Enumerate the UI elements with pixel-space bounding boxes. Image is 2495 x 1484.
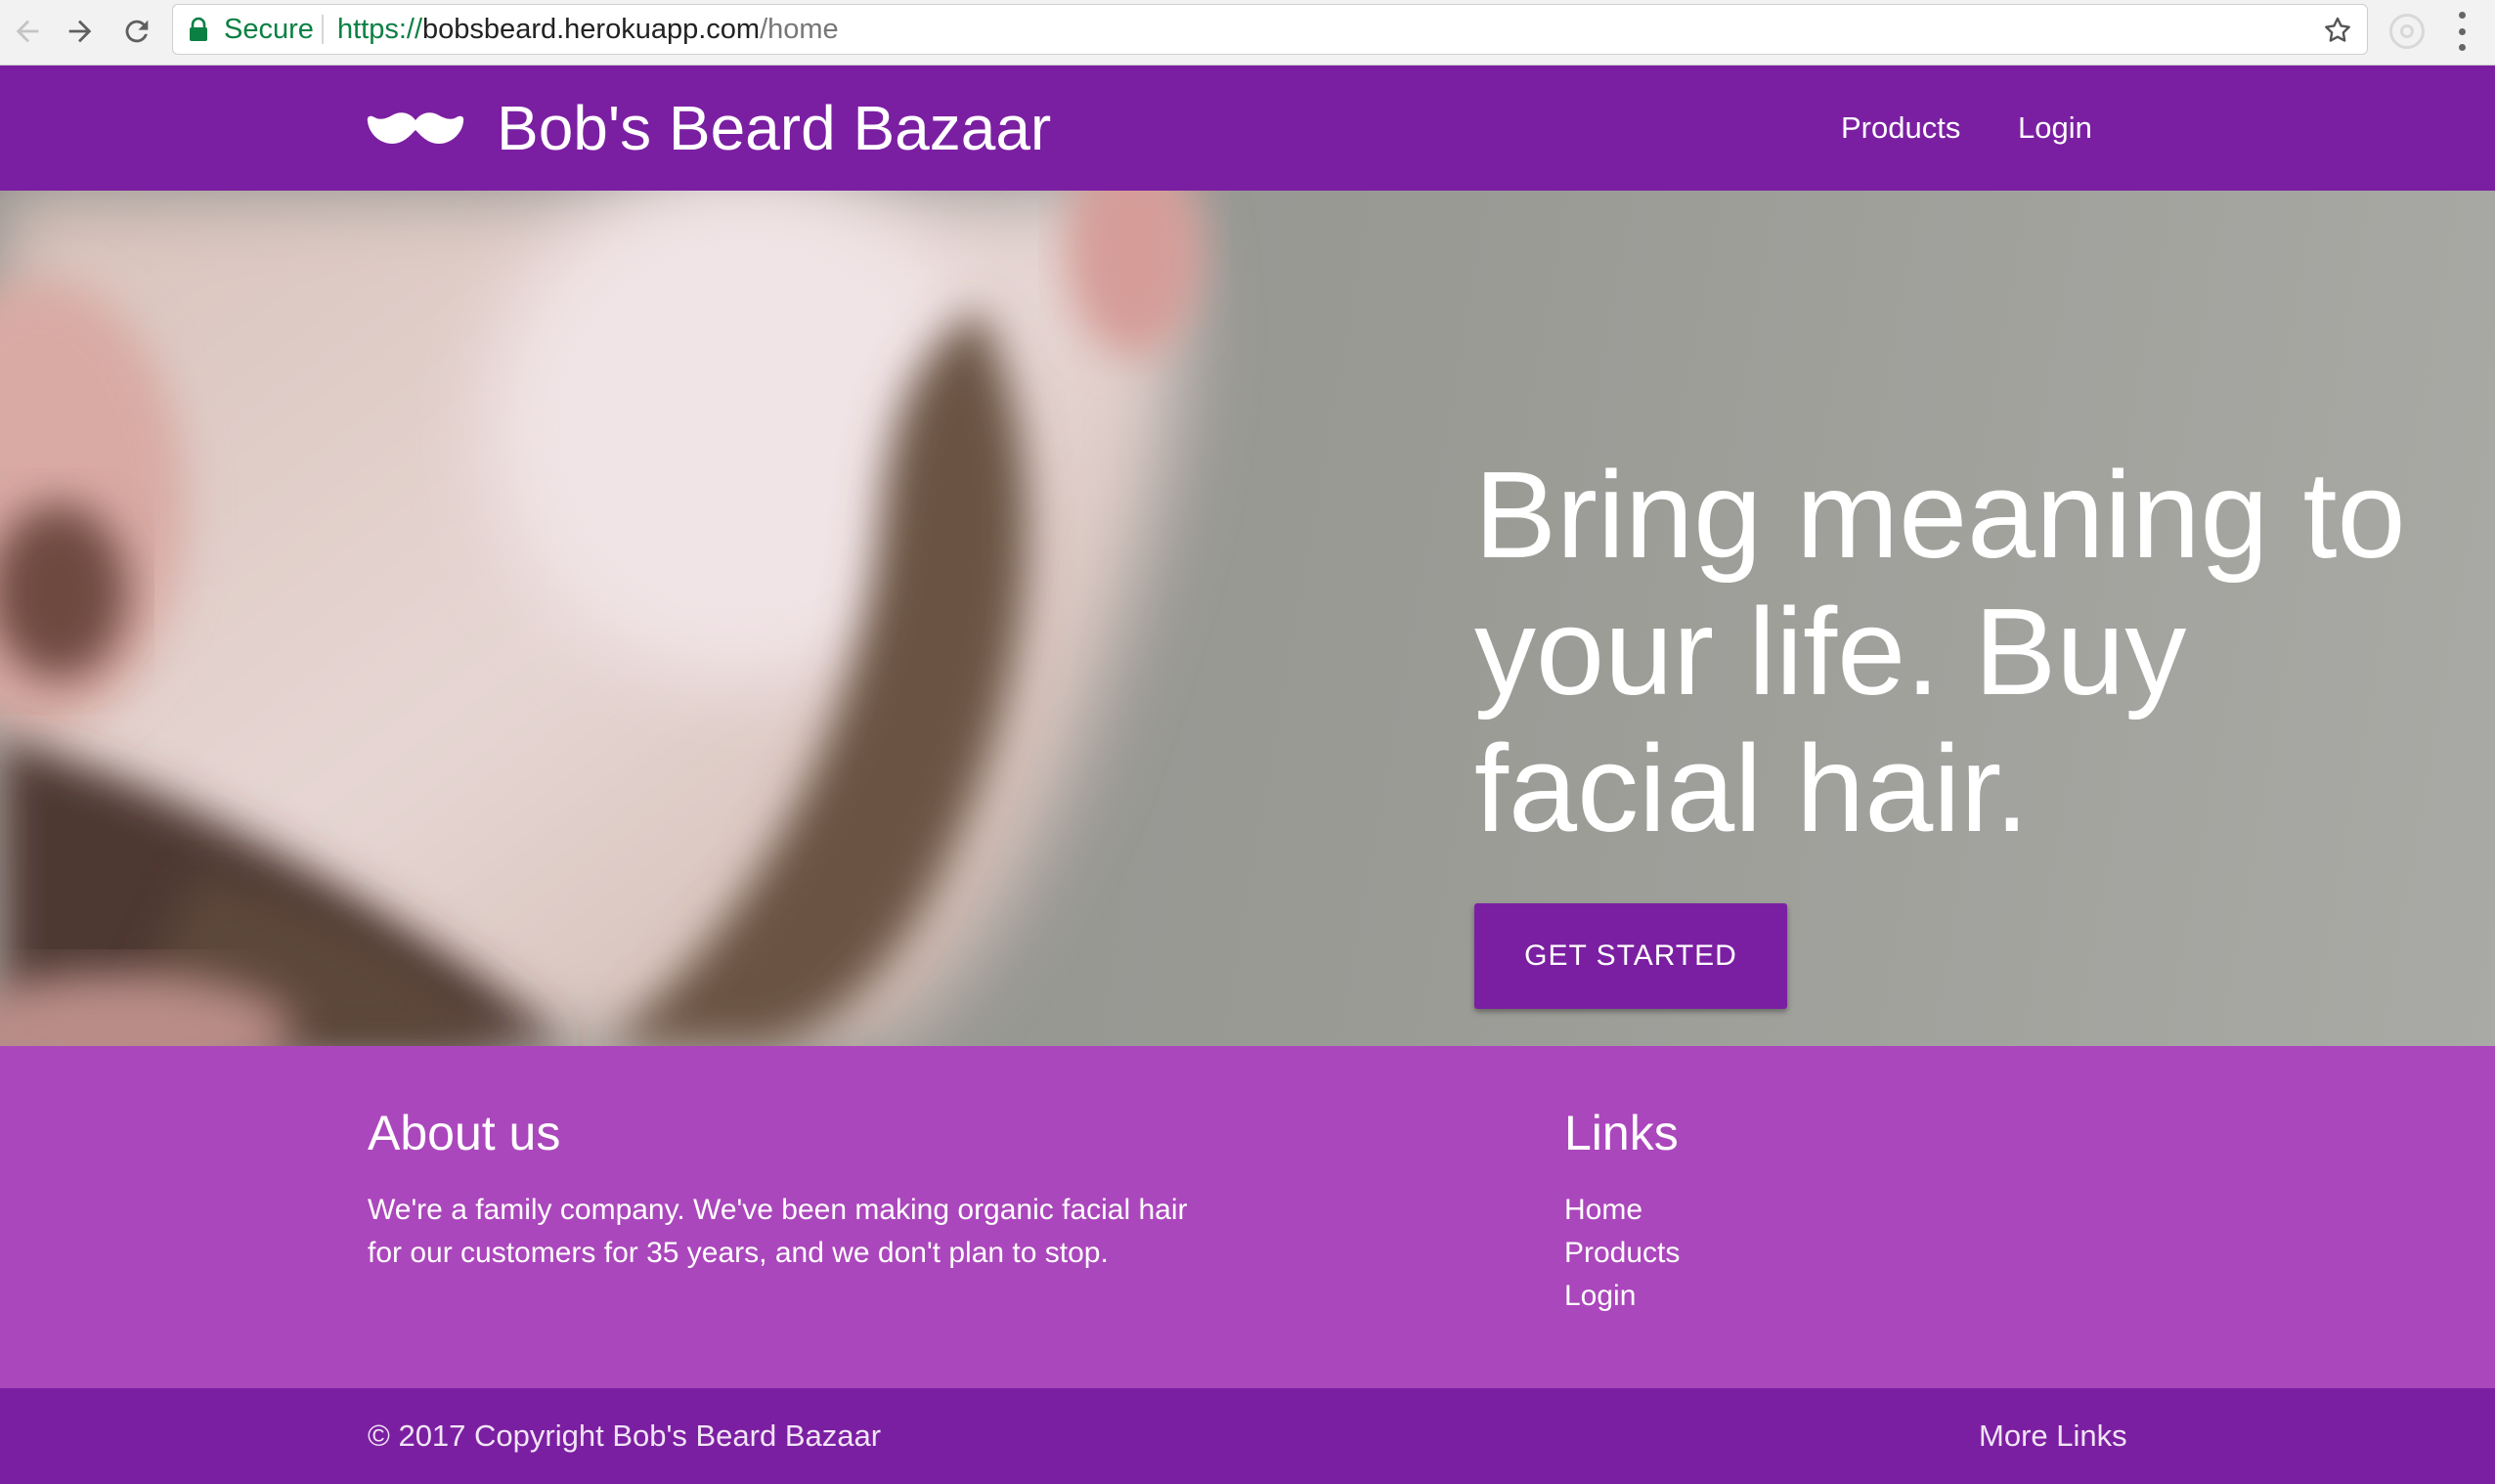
lock-icon xyxy=(190,17,207,41)
list-item: Login xyxy=(1564,1275,1680,1318)
site-footer: About us We're a family company. We've b… xyxy=(0,1046,2495,1388)
extension-icon[interactable] xyxy=(2389,14,2425,49)
footer-links-list: Home Products Login xyxy=(1564,1189,1680,1318)
url-text[interactable]: https://bobsbeard.herokuapp.com/home xyxy=(337,5,839,54)
footer-link-home[interactable]: Home xyxy=(1564,1194,1642,1226)
links-heading: Links xyxy=(1564,1106,1679,1160)
about-us-text: We're a family company. We've been makin… xyxy=(368,1194,1188,1269)
url-path: /home xyxy=(760,14,839,45)
url-host: bobsbeard.herokuapp.com xyxy=(422,14,761,45)
get-started-button[interactable]: GET STARTED xyxy=(1474,903,1787,1009)
more-links-link[interactable]: More Links xyxy=(1979,1388,2127,1484)
list-item: Home xyxy=(1564,1189,1680,1232)
mustache-icon[interactable] xyxy=(366,109,465,148)
back-arrow-icon[interactable] xyxy=(6,10,49,53)
address-bar[interactable]: Secure https://bobsbeard.herokuapp.com/h… xyxy=(172,4,2368,55)
site-header: Bob's Beard Bazaar Products Login xyxy=(0,65,2495,191)
about-us-heading: About us xyxy=(368,1106,561,1160)
forward-arrow-icon[interactable] xyxy=(59,10,102,53)
menu-dots-icon[interactable] xyxy=(2452,12,2472,51)
url-scheme: https:// xyxy=(337,14,423,45)
copyright-text: © 2017 Copyright Bob's Beard Bazaar xyxy=(368,1419,882,1453)
footer-copyright-bar: © 2017 Copyright Bob's Beard Bazaar More… xyxy=(0,1388,2495,1484)
omnibox-divider xyxy=(322,15,324,44)
footer-link-login[interactable]: Login xyxy=(1564,1280,1636,1312)
nav-link-login[interactable]: Login xyxy=(2018,65,2092,191)
footer-link-products[interactable]: Products xyxy=(1564,1237,1680,1269)
hero-section: Bring meaning to your life. Buy facial h… xyxy=(0,191,2495,1046)
brand-name[interactable]: Bob's Beard Bazaar xyxy=(497,65,1051,191)
secure-label: Secure xyxy=(224,14,314,45)
reload-icon[interactable] xyxy=(115,10,158,53)
browser-toolbar: Secure https://bobsbeard.herokuapp.com/h… xyxy=(0,0,2495,65)
list-item: Products xyxy=(1564,1232,1680,1275)
nav-link-products[interactable]: Products xyxy=(1841,65,1960,191)
hero-headline: Bring meaning to your life. Buy facial h… xyxy=(1474,446,2406,857)
star-icon[interactable] xyxy=(2322,15,2353,46)
